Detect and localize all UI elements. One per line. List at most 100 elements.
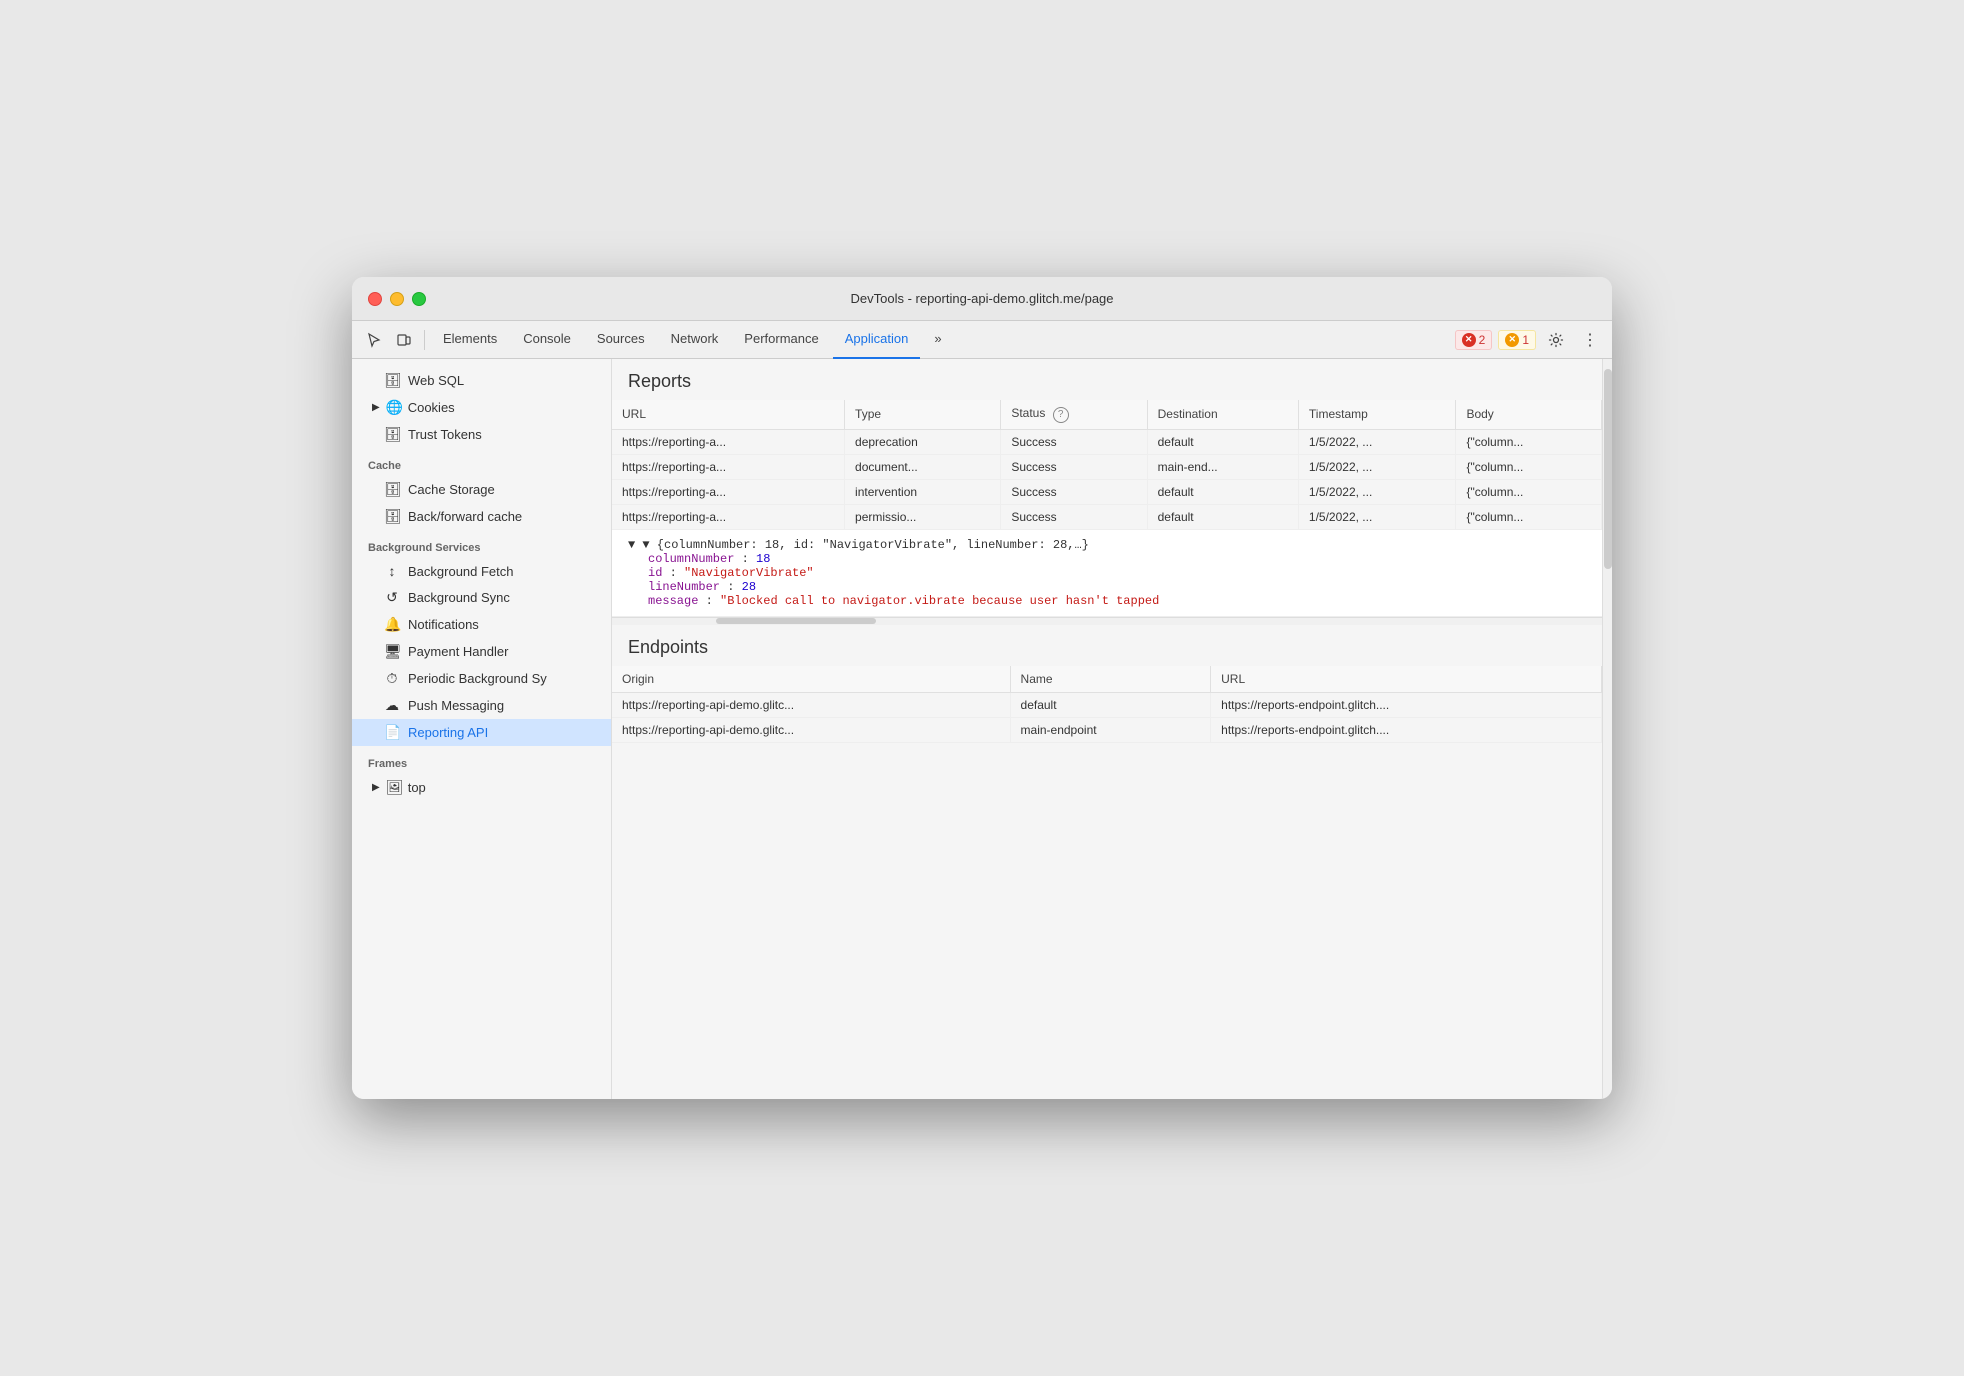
device-icon — [396, 332, 412, 348]
json-field-message: message : "Blocked call to navigator.vib… — [628, 594, 1586, 608]
settings-button[interactable] — [1542, 326, 1570, 354]
sidebar-item-background-sync[interactable]: ↺ Background Sync — [352, 584, 611, 611]
minimize-button[interactable] — [390, 292, 404, 306]
reports-cell-destination: default — [1147, 504, 1298, 529]
sidebar-item-periodic-background-sync[interactable]: ⏱ Periodic Background Sy — [352, 665, 611, 692]
reports-col-url: URL — [612, 400, 845, 429]
json-field-id: id : "NavigatorVibrate" — [628, 566, 1586, 580]
maximize-button[interactable] — [412, 292, 426, 306]
table-row[interactable]: https://reporting-a...document...Success… — [612, 454, 1602, 479]
vertical-scrollbar[interactable] — [1602, 359, 1612, 1099]
endpoints-title: Endpoints — [612, 625, 1602, 666]
sidebar-item-back-forward-cache[interactable]: 🗄 Back/forward cache — [352, 503, 611, 530]
devtools-window: DevTools - reporting-api-demo.glitch.me/… — [352, 277, 1612, 1099]
warning-count: 1 — [1522, 333, 1529, 347]
table-row[interactable]: https://reporting-api-demo.glitc...main-… — [612, 717, 1602, 742]
title-bar: DevTools - reporting-api-demo.glitch.me/… — [352, 277, 1612, 321]
reports-col-status: Status ? — [1001, 400, 1147, 429]
json-summary-line: ▼ ▼ {columnNumber: 18, id: "NavigatorVib… — [628, 538, 1586, 552]
error-count-badge[interactable]: ✕ 2 — [1455, 330, 1493, 350]
tab-console[interactable]: Console — [511, 321, 583, 359]
sidebar-item-trust-tokens[interactable]: 🗄 Trust Tokens — [352, 421, 611, 448]
json-field-line-number: lineNumber : 28 — [628, 580, 1586, 594]
sidebar-item-cache-storage[interactable]: 🗄 Cache Storage — [352, 476, 611, 503]
sidebar: 🗄 Web SQL ▶ 🌐 Cookies 🗄 Trust Tokens Cac… — [352, 359, 612, 1099]
reports-cell-destination: main-end... — [1147, 454, 1298, 479]
reports-cell-timestamp: 1/5/2022, ... — [1298, 504, 1456, 529]
push-messaging-icon: ☁ — [384, 697, 400, 714]
sidebar-item-web-sql[interactable]: 🗄 Web SQL — [352, 367, 611, 394]
reports-cell-url: https://reporting-a... — [612, 479, 845, 504]
reports-col-body: Body — [1456, 400, 1602, 429]
background-services-section-label: Background Services — [352, 530, 611, 558]
tab-elements[interactable]: Elements — [431, 321, 509, 359]
scrollbar-thumb[interactable] — [716, 618, 876, 624]
sidebar-item-notifications[interactable]: 🔔 Notifications — [352, 611, 611, 638]
table-row[interactable]: https://reporting-a...deprecationSuccess… — [612, 429, 1602, 454]
main-content: Reports URL Type Status ? — [612, 359, 1602, 1099]
tab-sources[interactable]: Sources — [585, 321, 657, 359]
tab-performance[interactable]: Performance — [732, 321, 830, 359]
tab-network[interactable]: Network — [659, 321, 731, 359]
window-title: DevTools - reporting-api-demo.glitch.me/… — [850, 291, 1113, 306]
reports-cell-type: permissio... — [845, 504, 1001, 529]
sidebar-item-payment-handler[interactable]: 🖥 Payment Handler — [352, 638, 611, 665]
endpoints-col-name: Name — [1010, 666, 1211, 693]
frames-section-label: Frames — [352, 746, 611, 774]
reporting-api-icon: 📄 — [384, 724, 400, 741]
tab-application[interactable]: Application — [833, 321, 921, 359]
close-button[interactable] — [368, 292, 382, 306]
sidebar-item-cookies[interactable]: ▶ 🌐 Cookies — [352, 394, 611, 421]
background-fetch-icon: ↕ — [384, 563, 400, 579]
error-icon: ✕ — [1462, 333, 1476, 347]
reports-cell-body: {"column... — [1456, 454, 1602, 479]
reports-col-timestamp: Timestamp — [1298, 400, 1456, 429]
notifications-icon: 🔔 — [384, 616, 400, 633]
sidebar-item-frames-top[interactable]: ▶ 🖼 top — [352, 774, 611, 801]
background-sync-icon: ↺ — [384, 589, 400, 606]
toolbar: Elements Console Sources Network Perform… — [352, 321, 1612, 359]
table-row[interactable]: https://reporting-a...permissio...Succes… — [612, 504, 1602, 529]
reports-cell-type: intervention — [845, 479, 1001, 504]
sidebar-item-background-fetch[interactable]: ↕ Background Fetch — [352, 558, 611, 584]
reports-cell-type: deprecation — [845, 429, 1001, 454]
status-help-icon[interactable]: ? — [1053, 407, 1069, 423]
database-icon: 🗄 — [384, 372, 400, 389]
reports-cell-status: Success — [1001, 454, 1147, 479]
more-options-button[interactable]: ⋮ — [1576, 326, 1604, 354]
back-forward-cache-icon: 🗄 — [384, 508, 400, 525]
table-row[interactable]: https://reporting-api-demo.glitc...defau… — [612, 692, 1602, 717]
sidebar-bottom-spacer — [352, 801, 611, 861]
endpoints-table: Origin Name URL https://reporting-api-de… — [612, 666, 1602, 743]
traffic-lights — [368, 292, 426, 306]
sidebar-item-push-messaging[interactable]: ☁ Push Messaging — [352, 692, 611, 719]
scrollbar-vertical-thumb[interactable] — [1604, 369, 1612, 569]
endpoints-cell-origin: https://reporting-api-demo.glitc... — [612, 717, 1010, 742]
cache-storage-icon: 🗄 — [384, 481, 400, 498]
warning-icon: ✕ — [1505, 333, 1519, 347]
device-toggle-button[interactable] — [390, 326, 418, 354]
cursor-icon — [366, 332, 382, 348]
table-row[interactable]: https://reporting-a...interventionSucces… — [612, 479, 1602, 504]
reports-cell-type: document... — [845, 454, 1001, 479]
json-preview: ▼ ▼ {columnNumber: 18, id: "NavigatorVib… — [612, 530, 1602, 617]
reports-table: URL Type Status ? Destination — [612, 400, 1602, 530]
cursor-icon-button[interactable] — [360, 326, 388, 354]
reports-cell-status: Success — [1001, 429, 1147, 454]
more-tabs-button[interactable]: » — [922, 321, 953, 359]
endpoints-cell-name: default — [1010, 692, 1211, 717]
periodic-bg-sync-icon: ⏱ — [384, 670, 400, 687]
warning-count-badge[interactable]: ✕ 1 — [1498, 330, 1536, 350]
reports-title: Reports — [612, 359, 1602, 400]
reports-cell-destination: default — [1147, 479, 1298, 504]
sidebar-item-reporting-api[interactable]: 📄 Reporting API — [352, 719, 611, 746]
reports-cell-body: {"column... — [1456, 429, 1602, 454]
reports-cell-url: https://reporting-a... — [612, 429, 845, 454]
reports-cell-timestamp: 1/5/2022, ... — [1298, 429, 1456, 454]
endpoints-cell-url: https://reports-endpoint.glitch.... — [1211, 717, 1602, 742]
main-layout: 🗄 Web SQL ▶ 🌐 Cookies 🗄 Trust Tokens Cac… — [352, 359, 1612, 1099]
frame-top-icon: 🖼 — [386, 779, 402, 796]
horizontal-scrollbar[interactable] — [612, 617, 1602, 625]
reports-cell-body: {"column... — [1456, 504, 1602, 529]
cache-section-label: Cache — [352, 448, 611, 476]
